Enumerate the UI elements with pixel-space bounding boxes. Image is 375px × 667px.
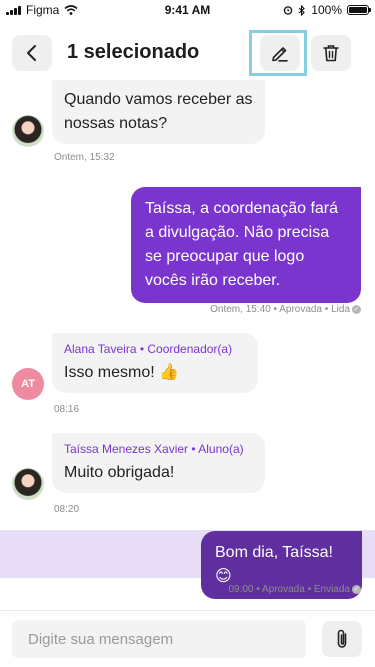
avatar [12,115,44,147]
avatar-initials: AT [21,378,35,390]
bluetooth-icon [298,4,306,16]
sender-name: Alana Taveira • Coordenador(a) [64,342,233,356]
selection-header: 1 selecionado [0,30,375,76]
avatar: AT [12,368,44,400]
message-text: Taíssa, a coordenação fará a divulgação.… [145,200,339,289]
message-bubble[interactable]: Taíssa Menezes Xavier • Aluno(a) Muito o… [52,433,265,493]
sent-check-icon: ✓ [352,584,361,594]
message-timestamp: 08:16 [54,404,80,415]
alarm-icon [284,6,293,15]
edit-button[interactable] [260,35,300,71]
back-button[interactable] [12,35,52,71]
message-status: Ontem, 15:40 • Aprovada • Lida ✓ [210,304,361,315]
message-text: Isso mesmo! 👍 [64,364,180,381]
paperclip-icon [337,629,347,648]
message-timestamp: 09:00 • Aprovada • Enviada [228,584,350,595]
message-timestamp: Ontem, 15:40 • Aprovada • Lida [210,304,350,315]
trash-icon [323,45,339,62]
chat-screen: Figma 9:41 AM 100% 1 selecionado Quando … [0,0,375,667]
attach-button[interactable] [322,621,362,657]
message-input[interactable] [12,620,306,658]
avatar [12,468,44,500]
status-right: 100% [283,3,371,17]
delete-button[interactable] [311,35,351,71]
pencil-icon [272,47,288,62]
chevron-left-icon [27,45,36,61]
battery-icon [347,5,371,15]
message-bubble[interactable]: Quando vamos receber as nossas notas? [52,80,265,144]
read-check-icon: ✓ [352,304,361,314]
message-timestamp: 08:20 [54,504,80,515]
page-title: 1 selecionado [67,41,200,63]
status-bar: Figma 9:41 AM 100% [0,0,375,20]
message-bubble[interactable]: Alana Taveira • Coordenador(a) Isso mesm… [52,333,258,393]
battery-label: 100% [311,3,342,17]
message-text: Bom dia, Taíssa! 😊 [215,544,333,585]
message-timestamp: Ontem, 15:32 [54,152,115,163]
message-bubble[interactable]: Taíssa, a coordenação fará a divulgação.… [131,187,361,303]
message-status: 09:00 • Aprovada • Enviada ✓ [228,584,361,595]
message-text: Quando vamos receber as nossas notas? [64,91,253,132]
sender-name: Taíssa Menezes Xavier • Aluno(a) [64,442,244,456]
composer [0,610,375,667]
message-text: Muito obrigada! [64,464,175,481]
